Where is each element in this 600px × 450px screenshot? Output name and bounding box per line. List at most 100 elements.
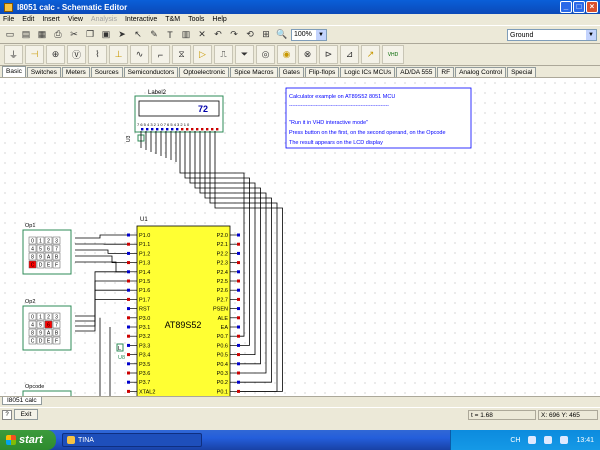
keypad-key-label: D [39,263,43,269]
mcu-pin-dot [127,270,130,274]
capacitor-icon[interactable]: ⊥ [109,45,128,64]
keypad-key-label: 2 [47,239,50,245]
jumper-icon[interactable]: ◉ [277,45,296,64]
npn-icon[interactable]: ⎍ [214,45,233,64]
opamp-icon[interactable]: ⊳ [319,45,338,64]
pointer-icon[interactable]: ➤ [115,28,129,42]
mcu-pin-dot [127,325,130,329]
lcd-pin [156,128,159,131]
start-button[interactable]: start [0,430,56,450]
tab-spice-macros[interactable]: Spice Macros [230,67,278,77]
new-icon[interactable]: ▭ [3,28,17,42]
mcu-pin-label: P0.4 [217,362,228,368]
menu-edit[interactable]: Edit [22,16,34,23]
pnp-icon[interactable]: ⏷ [235,45,254,64]
dc-source-icon[interactable]: ⊕ [46,45,65,64]
led-icon[interactable]: ⊗ [298,45,317,64]
zoom-select[interactable]: 100% ▼ [291,28,327,41]
keypad-key-label: 9 [39,331,42,337]
keypad-key-label: 8 [31,255,34,261]
vhd-button[interactable]: VHD [382,45,404,64]
close-button[interactable]: × [586,1,598,13]
mcu-pin-label: P2.2 [217,251,228,257]
menu-view[interactable]: View [68,16,83,23]
tab-logic-ics-mcus[interactable]: Logic ICs MCUs [340,67,396,77]
document-tab[interactable]: I8051 calc [2,397,42,405]
resistor-icon[interactable]: ⌇ [88,45,107,64]
tray-icon-3[interactable] [560,436,569,444]
battery-icon[interactable]: ⊣ [25,45,44,64]
tab-meters[interactable]: Meters [61,67,90,77]
tab-ad-da-555[interactable]: AD/DA 555 [396,67,437,77]
diode-icon[interactable]: ▷ [193,45,212,64]
save-icon[interactable]: ▦ [35,28,49,42]
print-icon[interactable]: ⎙ [51,28,65,42]
tab-semiconductors[interactable]: Semiconductors [123,67,179,77]
inductor-icon[interactable]: ∿ [130,45,149,64]
text-icon[interactable]: T [163,28,177,42]
mcu-pin-label: XTAL2 [139,389,155,395]
exit-button[interactable]: Exit [14,409,38,420]
voltmeter-icon[interactable]: Ⓥ [67,45,86,64]
tray-icon-2[interactable] [544,436,553,444]
note-line-3: "Run it in VHD interactive mode" [289,120,368,126]
probe-icon[interactable]: ↗ [361,45,380,64]
mcu-pin-dot [237,242,240,246]
menu-tools[interactable]: Tools [188,16,204,23]
tab-optoelectronic[interactable]: Optoelectronic [179,67,230,77]
undo-icon[interactable]: ↶ [211,28,225,42]
pencil-icon[interactable]: ✎ [147,28,161,42]
start-label: start [19,434,43,446]
lamp-icon[interactable]: ◎ [256,45,275,64]
schematic-canvas[interactable]: Label2 72 7 6 5 4 3 2 1 0 7 6 5 4 3 2 1 … [0,77,600,396]
tray-icon-1[interactable] [528,436,537,444]
tab-special[interactable]: Special [507,67,537,77]
open-icon[interactable]: ▤ [19,28,33,42]
minimize-button[interactable]: _ [560,1,572,13]
tab-rf[interactable]: RF [437,67,455,77]
language-indicator[interactable]: CH [510,437,520,444]
tab-switches[interactable]: Switches [26,67,61,77]
ground-select-value: Ground [510,31,534,39]
cut-icon[interactable]: ✂ [67,28,81,42]
menu-t-m[interactable]: T&M [165,16,180,23]
ground-select[interactable]: Ground ▼ [507,29,597,41]
tab-gates[interactable]: Gates [278,67,304,77]
zoom-icon[interactable]: 🔍 [275,28,289,42]
delete-icon[interactable]: ✕ [195,28,209,42]
lcd-pin [141,128,144,131]
mcu-pin-label: EA [221,325,229,331]
mcu-pin-label: P3.3 [139,343,150,349]
bus-icon[interactable]: ▥ [179,28,193,42]
transformer-icon[interactable]: ⧖ [172,45,191,64]
tab-sources[interactable]: Sources [90,67,123,77]
lcd-pin [211,128,214,131]
rotate-icon[interactable]: ⟲ [243,28,257,42]
tab-analog-control[interactable]: Analog Control [455,67,507,77]
help-icon[interactable]: ? [2,410,12,420]
lcd-designator: U3 [126,135,132,142]
grid-icon[interactable]: ⊞ [259,28,273,42]
maximize-button[interactable]: □ [573,1,585,13]
keypad-key-label: 5 [39,247,42,253]
menu-file[interactable]: File [3,16,14,23]
copy-icon[interactable]: ❐ [83,28,97,42]
ground-icon[interactable]: ⏚ [4,45,23,64]
mcu-pin-label: P2.4 [217,270,228,276]
taskbar-item-tina[interactable]: TINA [62,433,202,447]
menu-interactive[interactable]: Interactive [125,16,157,23]
redo-icon[interactable]: ↷ [227,28,241,42]
chevron-down-icon: ▼ [316,29,326,40]
arrow-icon[interactable]: ↖ [131,28,145,42]
app-window: I8051 calc - Schematic Editor _ □ × File… [0,0,600,450]
menu-insert[interactable]: Insert [42,16,60,23]
menu-help[interactable]: Help [212,16,226,23]
tab-flip-flops[interactable]: Flip-flops [304,67,340,77]
mcu-pin-label: P0.3 [217,371,228,377]
switch-icon[interactable]: ⌐ [151,45,170,64]
mcu-pin-dot [127,371,130,375]
tab-basic[interactable]: Basic [2,66,26,77]
relay-icon[interactable]: ⊿ [340,45,359,64]
paste-icon[interactable]: ▣ [99,28,113,42]
mcu-pin-label: P0.2 [217,380,228,386]
